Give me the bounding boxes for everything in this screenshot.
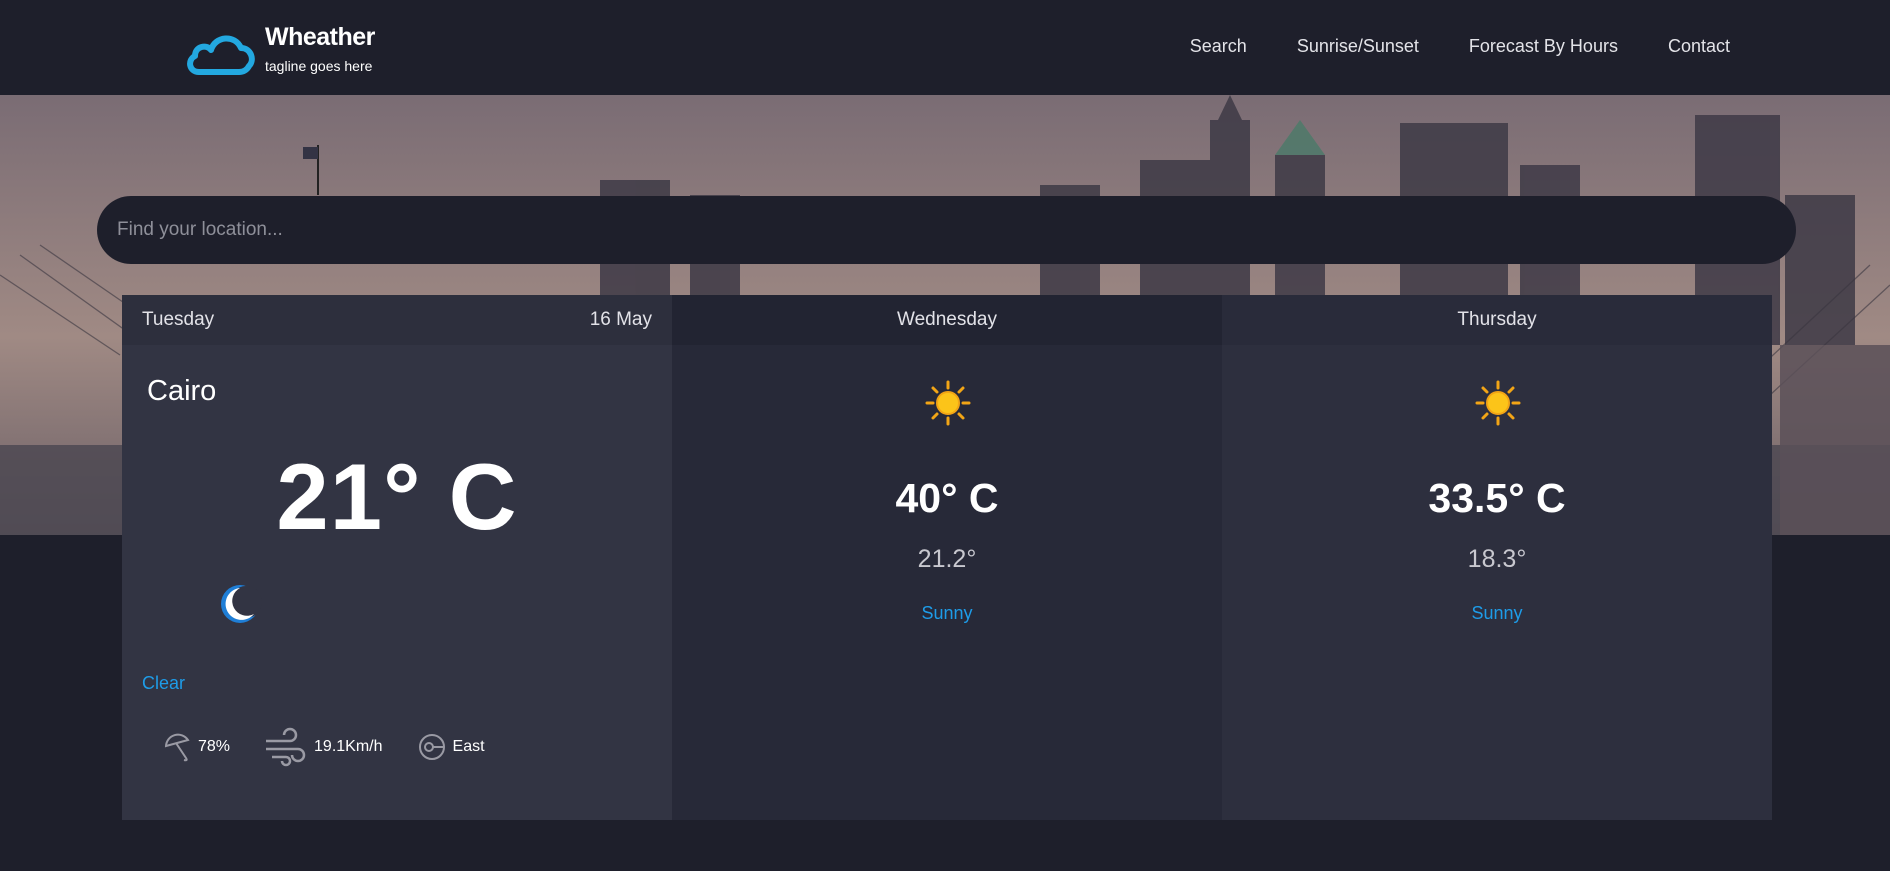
min-temperature: 18.3° <box>1467 545 1527 573</box>
brand-name: Wheather <box>265 23 375 51</box>
max-temperature: 33.5° C <box>1428 475 1566 521</box>
brand-tagline: tagline goes here <box>265 58 373 74</box>
date: 16 May <box>589 309 652 330</box>
moon-icon <box>221 585 262 623</box>
wind-icon <box>266 727 306 767</box>
humidity-stat: 78% <box>162 732 230 762</box>
main-nav: Search Sunrise/Sunset Forecast By Hours … <box>1190 36 1730 57</box>
wind-direction-value: East <box>452 738 485 755</box>
page: Wheather tagline goes here Search Sunris… <box>0 0 1890 871</box>
weather-stats: 78% 19.1Km/h East <box>162 727 519 767</box>
condition-label: Clear <box>142 673 186 693</box>
location-search-input[interactable] <box>97 196 1796 264</box>
sun-icon <box>925 380 971 426</box>
wind-direction-stat: East <box>417 732 485 762</box>
forecast-card-day-2: Wednesday 40° C 21.2° Sunny <box>672 295 1222 820</box>
umbrella-icon <box>164 733 190 762</box>
wind-speed-stat: 19.1Km/h <box>264 727 383 767</box>
condition-label: Sunny <box>921 603 973 623</box>
forecast-card-today: Tuesday 16 May Cairo 21° C Clear 78% 19.… <box>122 295 672 820</box>
cloud-logo-icon <box>187 35 255 75</box>
forecast-card-day-3: Thursday 33.5° C 18.3° Sunny <box>1222 295 1772 820</box>
max-temperature: 40° C <box>895 475 999 521</box>
day-name: Thursday <box>1457 309 1537 330</box>
logo[interactable]: Wheather tagline goes here <box>185 22 375 78</box>
nav-search[interactable]: Search <box>1190 36 1247 57</box>
nav-contact[interactable]: Contact <box>1668 36 1730 57</box>
nav-sunrise-sunset[interactable]: Sunrise/Sunset <box>1297 36 1419 57</box>
min-temperature: 21.2° <box>917 545 977 573</box>
current-temperature: 21° C <box>276 444 518 549</box>
day-name: Tuesday <box>142 309 215 330</box>
card-header: Wednesday <box>672 295 1222 345</box>
city-name: Cairo <box>147 375 217 407</box>
compass-icon <box>418 734 445 760</box>
card-header: Thursday <box>1222 295 1772 345</box>
humidity-value: 78% <box>198 738 231 755</box>
site-header: Wheather tagline goes here Search Sunris… <box>0 0 1890 95</box>
nav-forecast-by-hours[interactable]: Forecast By Hours <box>1469 36 1618 57</box>
day-name: Wednesday <box>897 309 997 330</box>
wind-speed-value: 19.1Km/h <box>314 738 383 755</box>
sun-icon <box>1475 380 1521 426</box>
card-header: Tuesday 16 May <box>122 295 672 345</box>
condition-label: Sunny <box>1471 603 1523 623</box>
forecast-panel: Tuesday 16 May Cairo 21° C Clear 78% 19.… <box>122 295 1772 820</box>
